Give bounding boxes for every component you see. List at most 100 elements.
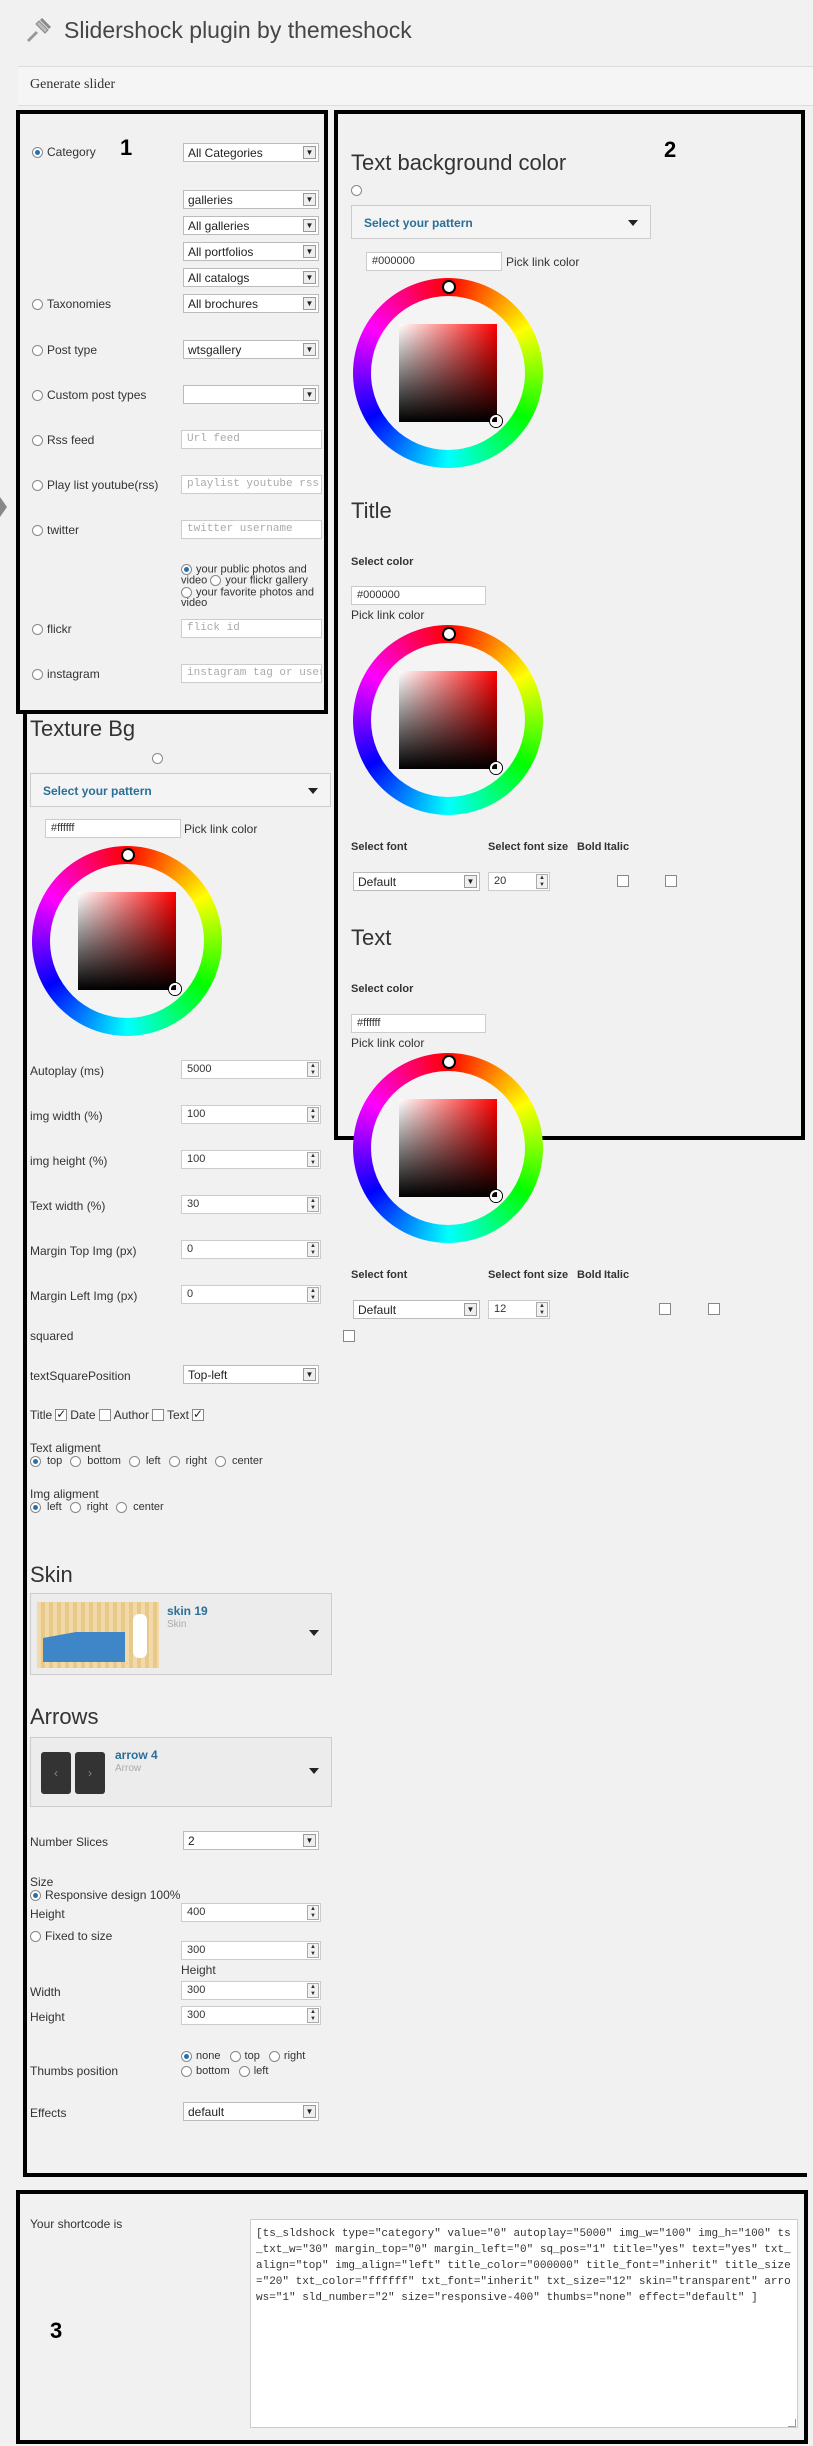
img-height-input[interactable]: 100 ▲ ▼: [181, 1150, 321, 1169]
effects-select[interactable]: default ▼: [183, 2102, 319, 2121]
taxonomies-select[interactable]: All brochures ▼: [183, 294, 319, 313]
fixed-height-input[interactable]: 300 ▲ ▼: [181, 1941, 321, 1960]
hue-marker[interactable]: [442, 280, 456, 294]
squared-checkbox[interactable]: [342, 1329, 355, 1342]
flickr-favorite-radio[interactable]: [181, 586, 192, 598]
margin-left-input[interactable]: 0 ▲ ▼: [181, 1285, 321, 1304]
text-square-position-select[interactable]: Top-left ▼: [183, 1365, 319, 1384]
show-text-checkbox[interactable]: [191, 1407, 204, 1421]
portfolios-select[interactable]: All portfolios ▼: [183, 242, 319, 261]
texture-color-input[interactable]: #ffffff: [45, 819, 181, 838]
shortcode-textarea[interactable]: [ts_sldshock type="category" value="0" a…: [250, 2219, 798, 2428]
text-bg-pattern-select[interactable]: Select your pattern: [351, 205, 651, 239]
title-color-input[interactable]: #000000: [351, 586, 486, 605]
text-align-left-radio[interactable]: [128, 1455, 140, 1467]
color-marker[interactable]: [490, 415, 502, 427]
hue-marker[interactable]: [121, 848, 135, 862]
spinner-icon[interactable]: ▲ ▼: [307, 1062, 319, 1077]
custom-post-types-select[interactable]: ▼: [183, 385, 319, 404]
text-align-right-radio[interactable]: [168, 1455, 180, 1467]
instagram-radio[interactable]: [32, 668, 43, 680]
catalogs-select[interactable]: All catalogs ▼: [183, 268, 319, 287]
img-align-left-radio[interactable]: [30, 1501, 41, 1513]
thumbs-bottom-radio[interactable]: [181, 2065, 192, 2077]
color-square[interactable]: [78, 892, 176, 990]
hue-marker[interactable]: [442, 627, 456, 641]
spinner-icon[interactable]: ▲ ▼: [307, 1107, 319, 1122]
spinner-icon[interactable]: ▲ ▼: [307, 1287, 319, 1302]
generate-slider-tab[interactable]: Generate slider: [18, 66, 813, 106]
rss-input[interactable]: Url feed: [181, 430, 322, 449]
rss-label: Rss feed: [47, 433, 95, 447]
galleries-select[interactable]: galleries ▼: [183, 190, 319, 209]
show-date-checkbox[interactable]: [98, 1409, 111, 1421]
height2-input[interactable]: 300 ▲ ▼: [181, 2006, 321, 2025]
collapse-arrow-icon[interactable]: [0, 497, 7, 517]
img-height-label: img height (%): [30, 1154, 108, 1168]
flickr-public-radio[interactable]: [181, 564, 192, 575]
spinner-icon[interactable]: ▲ ▼: [307, 1152, 319, 1167]
thumbs-none-radio[interactable]: [181, 2050, 192, 2062]
show-author-checkbox[interactable]: [151, 1409, 164, 1421]
show-title-checkbox[interactable]: [55, 1407, 68, 1421]
spinner-icon[interactable]: ▲ ▼: [307, 1242, 319, 1257]
responsive-height-input[interactable]: 400 ▲ ▼: [181, 1903, 321, 1922]
instagram-input[interactable]: instagram tag or user: [181, 664, 322, 683]
text-align-top-radio[interactable]: [30, 1455, 41, 1467]
post-type-radio[interactable]: [32, 344, 43, 356]
thumbs-top-radio[interactable]: [229, 2050, 241, 2062]
all-galleries-select[interactable]: All galleries ▼: [183, 216, 319, 235]
resize-handle-icon[interactable]: [788, 2419, 796, 2427]
img-align-right-label: right: [86, 1501, 109, 1513]
custom-post-types-radio[interactable]: [32, 389, 43, 401]
twitter-radio[interactable]: [32, 524, 43, 536]
spinner-icon[interactable]: ▲ ▼: [307, 1197, 319, 1212]
skin-select[interactable]: skin 19 Skin: [30, 1593, 332, 1675]
arrows-select[interactable]: ‹ › arrow 4 Arrow: [30, 1737, 332, 1807]
spinner-icon[interactable]: ▲ ▼: [307, 1905, 319, 1920]
flickr-radio[interactable]: [32, 623, 43, 635]
img-align-left-label: left: [47, 1501, 62, 1513]
margin-top-input[interactable]: 0 ▲ ▼: [181, 1240, 321, 1259]
spinner-icon[interactable]: ▲ ▼: [307, 1943, 319, 1958]
fixed-size-radio[interactable]: [30, 1930, 41, 1942]
chevron-down-icon: ▼: [303, 297, 316, 310]
img-align-center-radio[interactable]: [116, 1501, 128, 1513]
twitter-input[interactable]: twitter username: [181, 520, 322, 539]
width-input[interactable]: 300 ▲ ▼: [181, 1981, 321, 2000]
text-width-input[interactable]: 30 ▲ ▼: [181, 1195, 321, 1214]
thumbs-left-radio[interactable]: [238, 2065, 250, 2077]
text-bg-color-wheel[interactable]: [353, 278, 543, 468]
img-width-value: 100: [187, 1108, 206, 1120]
img-width-input[interactable]: 100 ▲ ▼: [181, 1105, 321, 1124]
autoplay-input[interactable]: 5000 ▲ ▼: [181, 1060, 321, 1079]
flickr-input[interactable]: flick id: [181, 619, 322, 638]
color-square[interactable]: [399, 324, 497, 422]
text-align-center-radio[interactable]: [215, 1455, 227, 1467]
texture-pattern-select[interactable]: Select your pattern: [30, 773, 331, 807]
img-alignment-label: Img aligment: [30, 1487, 99, 1501]
number-slices-select[interactable]: 2 ▼: [183, 1831, 319, 1850]
text-bg-color-input[interactable]: #000000: [366, 252, 502, 271]
thumbs-right-radio[interactable]: [268, 2050, 280, 2062]
title-pick-label: Pick link color: [351, 608, 425, 622]
text-align-bottom-radio[interactable]: [70, 1455, 82, 1467]
playlist-radio[interactable]: [32, 479, 43, 491]
playlist-input[interactable]: playlist youtube rss: [181, 475, 322, 494]
responsive-radio[interactable]: [30, 1889, 41, 1901]
rss-radio[interactable]: [32, 434, 43, 446]
flickr-gallery-radio[interactable]: [210, 575, 222, 587]
color-marker[interactable]: [169, 983, 181, 995]
spinner-icon[interactable]: ▲ ▼: [307, 1983, 319, 1998]
show-author-label: Author: [113, 1408, 149, 1422]
post-type-select[interactable]: wtsgallery ▼: [183, 340, 319, 359]
taxonomies-value: All brochures: [188, 297, 259, 311]
catalogs-value: All catalogs: [188, 271, 250, 285]
category-select[interactable]: All Categories ▼: [183, 143, 319, 162]
text-square-position-value: Top-left: [188, 1368, 228, 1382]
category-radio[interactable]: [32, 146, 43, 158]
taxonomies-radio[interactable]: [32, 298, 43, 310]
texture-color-wheel[interactable]: [32, 846, 222, 1036]
img-align-right-radio[interactable]: [69, 1501, 81, 1513]
spinner-icon[interactable]: ▲ ▼: [307, 2008, 319, 2023]
